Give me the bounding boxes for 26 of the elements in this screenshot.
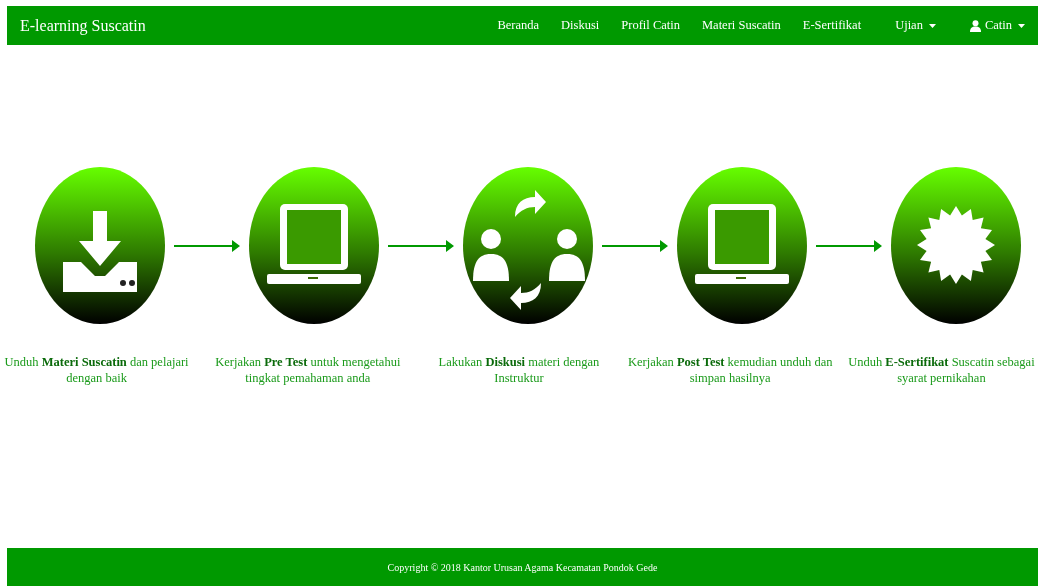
step-caption: Unduh E-Sertifikat Suscatin sebagai syarat pernikahan [847, 354, 1036, 387]
nav-link[interactable]: Diskusi [561, 18, 600, 33]
caret-icon [1018, 23, 1025, 28]
step-caption: Kerjakan Post Test kemudian unduh dan simpan hasilnya [626, 354, 834, 387]
laptop-icon [249, 167, 379, 324]
arrow-icon [174, 239, 240, 252]
arrow-icon [816, 239, 882, 252]
user-icon [969, 19, 981, 32]
nav-link[interactable]: Materi Suscatin [702, 18, 781, 33]
download-icon [35, 167, 165, 324]
copyright-text: Copyright © 2018 Kantor Urusan Agama Kecamatan Pondok Gede [387, 561, 658, 573]
step-caption: Kerjakan Pre Test untuk mengetahui tingkat pemahaman anda [214, 354, 402, 387]
laptop-icon [677, 167, 807, 324]
arrow-icon [602, 239, 668, 252]
arrow-icon [388, 239, 454, 252]
step-caption: Unduh Materi Suscatin dan pelajari dengan baik [3, 354, 190, 387]
user-menu[interactable]: Catin [969, 18, 1025, 33]
nav-dropdown[interactable]: Ujian [895, 18, 936, 33]
nav-link[interactable]: E-Sertifikat [802, 18, 862, 33]
step-caption: Lakukan Diskusi materi dengan Instruktur [437, 354, 601, 387]
badge-icon [891, 167, 1021, 324]
people-exchange-icon [463, 167, 593, 324]
caret-icon [928, 23, 936, 28]
nav-link[interactable]: Profil Catin [621, 18, 680, 33]
nav-link[interactable]: Beranda [497, 18, 540, 33]
brand-link[interactable]: E-learning Suscatin [20, 16, 146, 35]
